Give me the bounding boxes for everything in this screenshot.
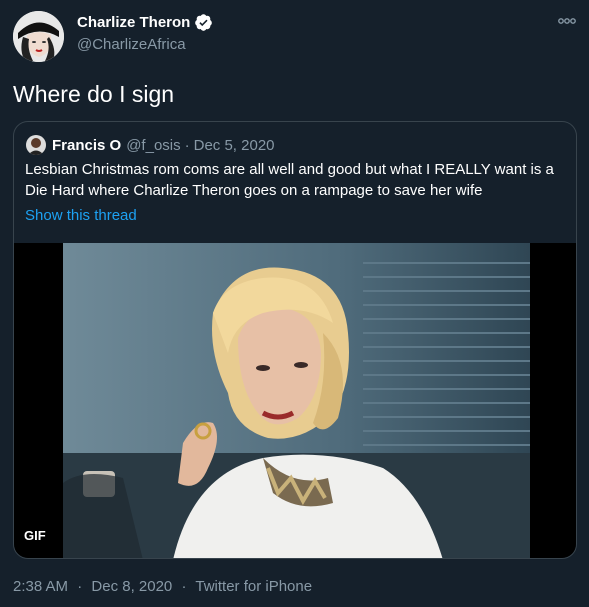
show-thread-link[interactable]: Show this thread <box>25 207 137 224</box>
tweet-meta: 2:38 AM · Dec 8, 2020 · Twitter for iPho… <box>13 578 312 595</box>
tweet-date[interactable]: Dec 8, 2020 <box>91 578 172 595</box>
author-name[interactable]: Charlize Theron <box>77 13 213 32</box>
gif-media[interactable]: GIF <box>14 243 576 558</box>
quoted-author-handle: @f_osis <box>126 136 181 154</box>
quoted-tweet-date: Dec 5, 2020 <box>193 136 275 154</box>
quoted-author-avatar <box>26 135 46 155</box>
gif-badge: GIF <box>24 528 46 543</box>
more-options-icon[interactable] <box>557 14 577 28</box>
separator-dot: · <box>77 578 83 595</box>
tweet-text: Where do I sign <box>13 81 175 107</box>
gif-image <box>63 243 530 558</box>
quoted-tweet-header: Francis O @f_osis · Dec 5, 2020 <box>26 135 275 155</box>
tweet-source[interactable]: Twitter for iPhone <box>195 578 312 595</box>
quoted-tweet-text: Lesbian Christmas rom coms are all well … <box>25 161 554 199</box>
quoted-author-name: Francis O <box>52 136 122 154</box>
verified-badge-icon <box>195 14 213 31</box>
quoted-tweet[interactable]: Francis O @f_osis · Dec 5, 2020 Lesbian … <box>13 121 577 559</box>
separator-dot: · <box>181 578 187 595</box>
author-avatar[interactable] <box>13 11 64 62</box>
separator-dot: · <box>184 136 190 154</box>
author-handle[interactable]: @CharlizeAfrica <box>77 36 186 53</box>
author-display-name[interactable]: Charlize Theron <box>77 14 190 31</box>
tweet-time[interactable]: 2:38 AM <box>13 578 68 595</box>
